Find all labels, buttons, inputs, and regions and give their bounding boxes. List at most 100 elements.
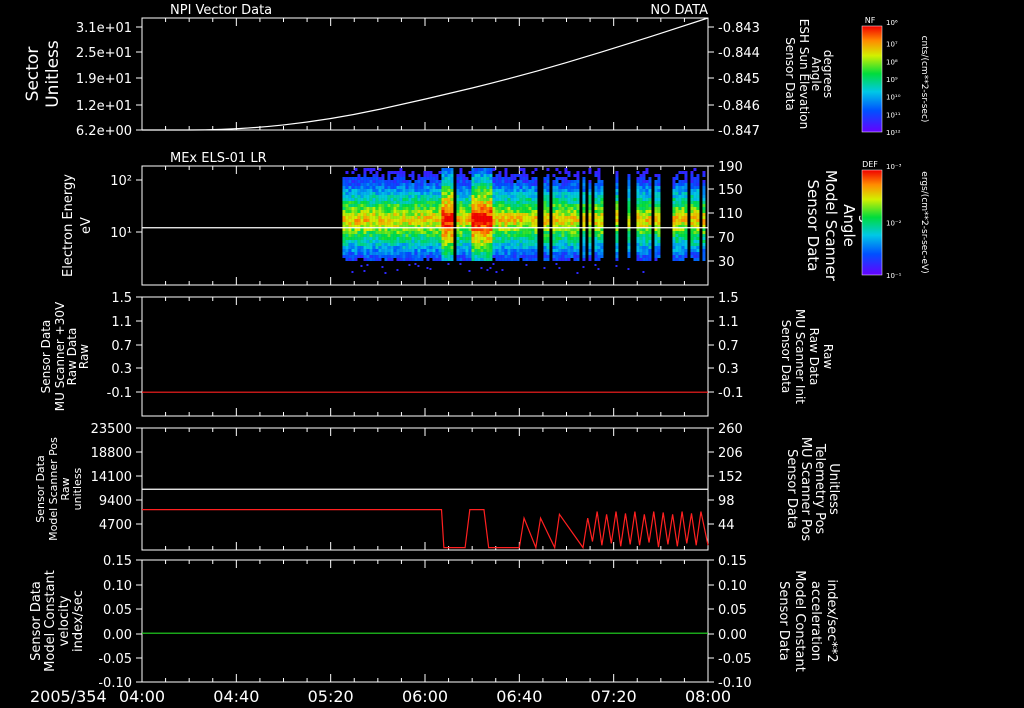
spectrogram-cell <box>444 207 448 210</box>
spectrogram-cell <box>345 183 349 186</box>
spectrogram-cell <box>378 207 382 210</box>
spectrogram-cell <box>594 198 598 201</box>
spectrogram-cell <box>498 192 502 195</box>
spectrogram-cell <box>561 198 565 201</box>
spectrogram-cell <box>462 204 466 207</box>
spectrogram-cell <box>402 252 406 255</box>
spectrogram-cell <box>672 219 676 222</box>
spectrogram-cell <box>672 186 676 189</box>
spectrogram-cell <box>480 228 484 231</box>
spectrogram-cell <box>417 243 421 246</box>
spectrogram-cell <box>369 249 373 252</box>
spectrogram-cell <box>462 189 466 192</box>
spectrogram-cell <box>399 177 403 180</box>
spectrogram-cell <box>528 258 532 261</box>
spectrogram-cell <box>639 216 643 219</box>
spectrogram-cell <box>363 174 367 177</box>
spectrogram-cell <box>684 234 688 237</box>
spectrogram-cell <box>615 222 619 225</box>
spectrogram-cell <box>639 243 643 246</box>
spectrogram-cell <box>489 207 493 210</box>
spectrogram-cell <box>468 246 472 249</box>
spectrogram-cell <box>522 228 526 231</box>
spectrogram-cell <box>474 192 478 195</box>
spectrogram-cell <box>600 255 604 258</box>
spectrogram-cell <box>468 258 472 261</box>
spectrogram-cell <box>432 177 436 180</box>
spectrogram-cell <box>645 180 649 183</box>
spectrogram-cell <box>465 201 469 204</box>
spectrogram-cell <box>573 207 577 210</box>
spectrogram-cell <box>642 255 646 258</box>
spectrogram-cell <box>387 249 391 252</box>
spectrogram-cell <box>519 204 523 207</box>
spectrogram-cell <box>399 204 403 207</box>
spectrogram-cell <box>360 180 364 183</box>
spectrogram-cell <box>471 222 475 225</box>
spectrogram-cell <box>564 222 568 225</box>
spectrogram-cell <box>366 195 370 198</box>
spectrogram-cell <box>372 207 376 210</box>
spectrogram-cell <box>552 207 556 210</box>
spectrogram-cell <box>642 189 646 192</box>
spectrogram-cell <box>456 213 460 216</box>
spectrogram-cell <box>438 213 442 216</box>
spectrogram-cell <box>477 201 481 204</box>
spectrogram-cell <box>678 222 682 225</box>
spectrogram-cell <box>702 219 706 222</box>
spectrogram-cell <box>597 219 601 222</box>
status-label: NO DATA <box>650 3 708 18</box>
spectrogram-cell <box>432 216 436 219</box>
y-axis-title-left: Electron Energy <box>61 174 76 277</box>
spectrogram-cell <box>501 201 505 204</box>
spectrogram-cell <box>636 198 640 201</box>
spectrogram-cell <box>555 183 559 186</box>
spectrogram-cell <box>696 249 700 252</box>
spectrogram-cell <box>390 231 394 234</box>
spectrogram-cell <box>648 201 652 204</box>
spectrogram-cell <box>381 192 385 195</box>
spectrogram-cell <box>693 249 697 252</box>
spectrogram-cell <box>363 192 367 195</box>
spectrogram-cell <box>405 213 409 216</box>
spectrogram-cell <box>645 255 649 258</box>
spectrogram-cell <box>486 198 490 201</box>
spectrogram-cell <box>654 231 658 234</box>
y-tick-label-right: -0.844 <box>718 46 760 61</box>
spectrogram-cell <box>417 186 421 189</box>
spectrogram-cell <box>435 210 439 213</box>
spectrogram-cell <box>441 204 445 207</box>
spectrogram-cell <box>567 240 571 243</box>
spectrogram-cell <box>600 222 604 225</box>
spectrogram-cell <box>483 204 487 207</box>
spectrogram-cell <box>468 240 472 243</box>
spectrogram-cell <box>381 210 385 213</box>
y-axis-title-right: Sensor Data <box>783 37 797 111</box>
spectrogram-cell <box>648 183 652 186</box>
spectrogram-cell <box>357 192 361 195</box>
spectrogram-cell <box>420 252 424 255</box>
spectrogram-cell <box>381 249 385 252</box>
spectrogram-cell <box>642 240 646 243</box>
spectrogram-cell <box>435 240 439 243</box>
spectrogram-cell <box>342 198 346 201</box>
spectrogram-cell <box>696 219 700 222</box>
spectrogram-cell <box>597 189 601 192</box>
spectrogram-cell <box>681 183 685 186</box>
spectrogram-cell <box>597 174 601 177</box>
spectrogram-cell <box>522 234 526 237</box>
spectrogram-cell <box>555 222 559 225</box>
spectrogram-cell <box>558 222 562 225</box>
spectrogram-cell <box>480 210 484 213</box>
spectrogram-cell <box>546 210 550 213</box>
spectrogram-cell <box>435 189 439 192</box>
spectrogram-cell <box>450 258 454 261</box>
spectrogram-cell <box>372 228 376 231</box>
spectrogram-cell <box>513 243 517 246</box>
spectrogram-cell <box>489 183 493 186</box>
spectrogram-cell <box>495 228 499 231</box>
spectrogram-cell <box>495 186 499 189</box>
spectrogram-cell <box>702 198 706 201</box>
spectrogram-cell <box>426 183 430 186</box>
spectrogram-cell <box>543 207 547 210</box>
